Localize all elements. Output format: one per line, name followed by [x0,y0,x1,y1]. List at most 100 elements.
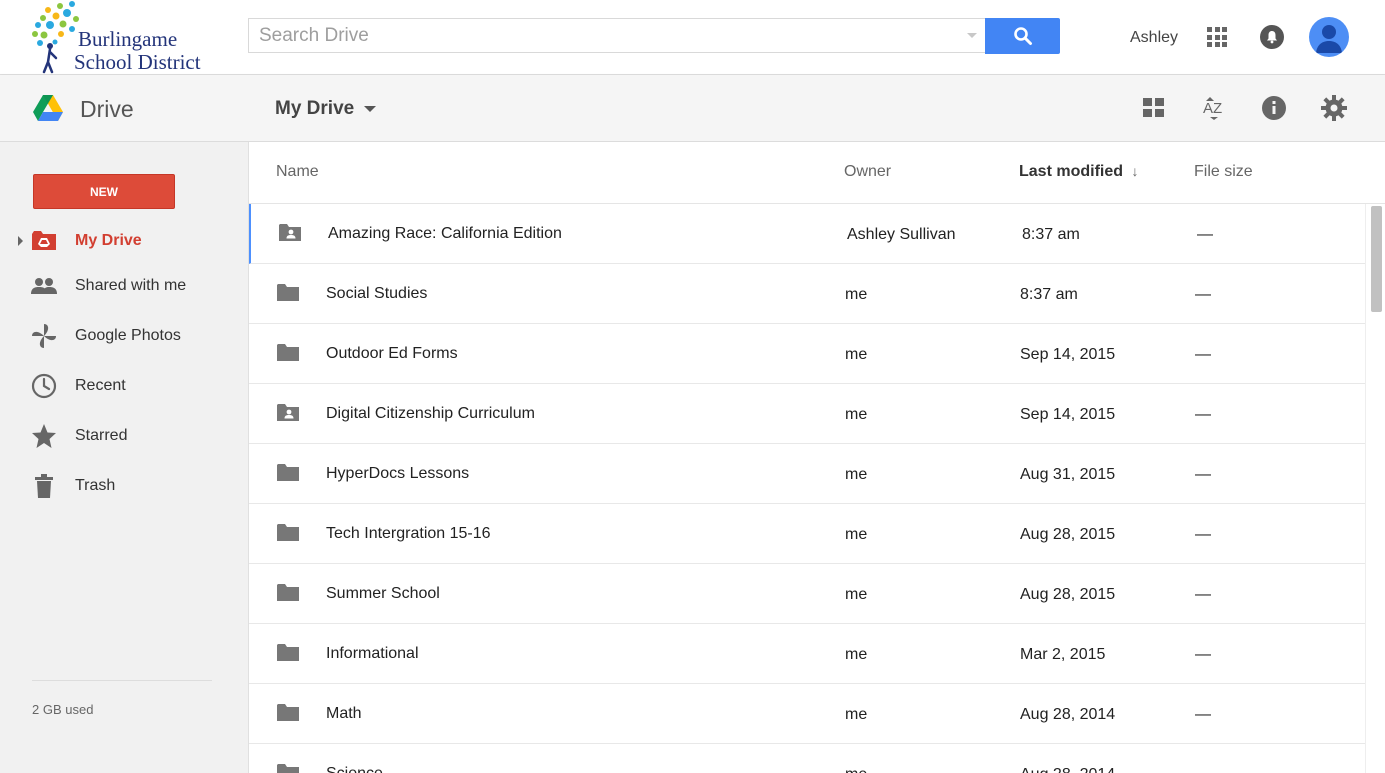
pinwheel-icon [30,322,58,350]
sort-options-button[interactable]: AZ [1201,95,1227,121]
search-button[interactable] [985,18,1060,54]
sidebar-divider [32,680,212,681]
file-owner: me [845,346,868,363]
people-icon [30,272,58,300]
file-size: — [1195,706,1211,723]
district-name-line1: Burlingame [78,27,178,51]
file-name[interactable]: Summer School [326,585,440,603]
sidebar: NEW My Drive Shared with me Google Photo… [0,142,249,773]
sidebar-item-shared-with-me[interactable]: Shared with me [0,266,248,306]
settings-button[interactable] [1321,95,1347,121]
sidebar-item-my-drive[interactable]: My Drive [0,221,248,261]
file-list: Amazing Race: California Edition Ashley S… [249,204,1365,773]
search-box [248,18,985,53]
column-header-last-modified[interactable]: Last modified ↓ [1019,163,1138,181]
file-name[interactable]: Informational [326,645,419,663]
my-drive-dropdown[interactable]: My Drive [275,98,377,120]
scrollbar-thumb[interactable] [1371,206,1382,312]
sidebar-item-label: Starred [75,427,128,444]
search-options-caret-icon[interactable] [967,33,977,38]
sidebar-item-label: Trash [75,477,116,494]
file-owner: me [845,646,868,663]
file-row[interactable]: Math me Aug 28, 2014 — [249,684,1365,744]
details-button[interactable] [1261,95,1287,121]
folder-icon [277,643,299,663]
grid-view-icon [1143,98,1164,117]
file-last-modified: Sep 14, 2015 [1020,346,1116,363]
file-name[interactable]: Amazing Race: California Edition [328,225,562,243]
file-row[interactable]: Science me Aug 28, 2014 — [249,744,1365,773]
app-title[interactable]: Drive [80,96,134,123]
svg-text:AZ: AZ [1203,100,1222,117]
folder-icon [277,583,299,603]
file-list-header: Name Owner Last modified ↓ File size [249,142,1385,204]
file-size: — [1195,766,1211,773]
drive-logo-icon [33,95,63,121]
storage-used[interactable]: 2 GB used [32,702,93,717]
file-name[interactable]: Social Studies [326,285,427,303]
column-header-label: Last modified [1019,163,1124,180]
file-name[interactable]: Digital Citizenship Curriculum [326,405,535,423]
file-owner: me [845,526,868,543]
sidebar-item-label: Google Photos [75,327,181,344]
person-icon [1316,25,1342,53]
file-row[interactable]: Amazing Race: California Edition Ashley S… [249,204,1365,264]
file-row[interactable]: HyperDocs Lessons me Aug 31, 2015 — [249,444,1365,504]
shared-folder-icon [277,403,299,423]
file-name[interactable]: Science [326,765,383,773]
file-last-modified: Aug 28, 2014 [1020,706,1116,723]
column-header-file-size[interactable]: File size [1194,163,1253,181]
file-row[interactable]: Outdoor Ed Forms me Sep 14, 2015 — [249,324,1365,384]
sidebar-item-recent[interactable]: Recent [0,366,248,406]
trash-icon [30,472,58,500]
folder-icon [277,703,299,723]
sidebar-item-starred[interactable]: Starred [0,416,248,456]
file-size: — [1195,586,1211,603]
user-name[interactable]: Ashley [1130,29,1178,47]
file-last-modified: Sep 14, 2015 [1020,406,1116,423]
file-owner: me [845,766,867,773]
sidebar-item-trash[interactable]: Trash [0,466,248,506]
district-logo[interactable]: Burlingame School District [30,0,220,74]
sidebar-item-label: My Drive [75,232,142,249]
file-last-modified: Aug 28, 2015 [1020,526,1116,543]
apps-grid-icon[interactable] [1207,27,1227,47]
clock-icon [30,372,58,400]
file-row[interactable]: Tech Intergration 15-16 me Aug 28, 2015 — [249,504,1365,564]
account-avatar[interactable] [1309,17,1349,57]
expand-arrow-icon[interactable] [18,236,23,246]
file-row[interactable]: Digital Citizenship Curriculum me Sep 14, … [249,384,1365,444]
grid-view-button[interactable] [1141,95,1167,121]
file-size: — [1195,406,1211,423]
star-icon [30,422,58,450]
notifications-bell-icon[interactable] [1260,25,1284,49]
file-last-modified: Mar 2, 2015 [1020,646,1106,663]
folder-icon [277,343,299,363]
sort-arrow-icon: ↓ [1131,163,1139,179]
file-name[interactable]: HyperDocs Lessons [326,465,469,483]
search-icon [1013,27,1032,45]
scrollbar[interactable] [1365,204,1385,773]
file-size: — [1195,526,1211,543]
file-name[interactable]: Outdoor Ed Forms [326,345,458,363]
file-row[interactable]: Social Studies me 8:37 am — [249,264,1365,324]
column-header-owner[interactable]: Owner [844,163,891,181]
file-size: — [1197,226,1213,243]
search-input[interactable] [249,19,969,52]
shared-folder-icon [279,223,301,243]
file-size: — [1195,466,1211,483]
sidebar-item-google-photos[interactable]: Google Photos [0,316,248,356]
file-last-modified: Aug 28, 2015 [1020,586,1116,603]
chevron-down-icon [364,106,377,112]
folder-icon [277,463,299,483]
file-owner: me [845,406,868,423]
file-name[interactable]: Math [326,705,362,723]
file-last-modified: 8:37 am [1020,286,1078,303]
new-button[interactable]: NEW [33,174,175,209]
column-header-name[interactable]: Name [276,163,319,181]
folder-icon [277,763,299,773]
file-row[interactable]: Summer School me Aug 28, 2015 — [249,564,1365,624]
file-name[interactable]: Tech Intergration 15-16 [326,525,491,543]
district-name-line2: School District [74,50,201,74]
file-row[interactable]: Informational me Mar 2, 2015 — [249,624,1365,684]
